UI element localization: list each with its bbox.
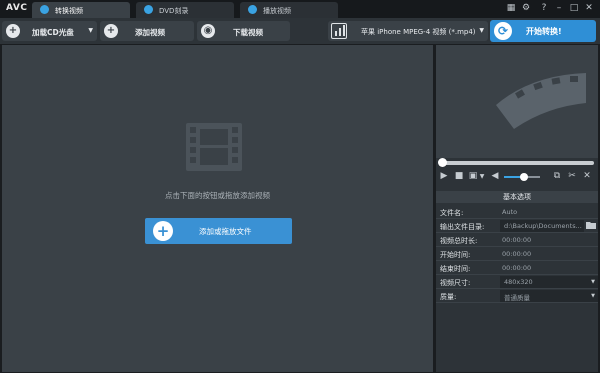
basic-options-title: 基本选项 <box>436 191 598 203</box>
disc-icon <box>144 5 153 14</box>
volume-slider[interactable] <box>504 173 540 181</box>
minimize-icon[interactable]: – <box>553 2 565 14</box>
crop-icon[interactable]: ⧉ <box>552 171 562 182</box>
add-video-button[interactable]: + 添加视频 <box>100 21 194 41</box>
prop-value[interactable]: 00:00:00 <box>502 250 531 258</box>
prop-quality: 质量: 普通质量 ▼ <box>436 289 598 303</box>
prop-value: 480x320 <box>504 278 533 286</box>
drop-hint-text: 点击下面的按钮或拖放添加视频 <box>165 191 270 200</box>
tab-convert-video[interactable]: 转换视频 <box>32 2 130 18</box>
app-logo: AVC <box>6 3 28 13</box>
add-cd-icon: + <box>6 24 20 38</box>
film-reel-icon <box>496 73 586 129</box>
add-cd-button[interactable]: + 加载CD光盘 ▼ <box>2 21 97 41</box>
prop-value[interactable]: 00:00:00 <box>502 264 531 272</box>
prop-output-dir: 输出文件目录: d:\Backup\Documents... <box>436 219 598 233</box>
chevron-down-icon[interactable]: ▼ <box>88 27 93 34</box>
refresh-icon: ⟳ <box>494 22 512 40</box>
prop-start-time: 开始时间: 00:00:00 <box>436 247 598 261</box>
video-preview <box>436 45 598 158</box>
prop-value: 00:00:00 <box>502 236 532 244</box>
title-bar: AVC 转换视频 DVD刻录 播放视频 ▦ ⚙ ? – □ ✕ <box>0 0 600 18</box>
add-video-icon: + <box>104 24 118 38</box>
download-video-button[interactable]: ◉ 下载视频 <box>197 21 290 41</box>
prop-label: 开始时间: <box>440 251 471 259</box>
prop-video-size: 视频尺寸: 480x320 ▼ <box>436 275 598 289</box>
prop-value: 普通质量 <box>504 294 530 302</box>
tab-label: DVD刻录 <box>159 7 189 15</box>
tab-label: 转换视频 <box>55 7 83 15</box>
side-panel: ▶ ■ ▣ ▼ ◀ ⧉ ✂ ✕ 基本选项 文件名: Auto 输出文件目录: d… <box>436 45 598 372</box>
drop-area[interactable]: 点击下面的按钮或拖放添加视频 + 添加或拖放文件 <box>2 45 433 372</box>
gear-icon[interactable]: ⚙ <box>520 2 532 14</box>
snapshot-icon[interactable]: ▣ <box>468 171 478 182</box>
add-video-label: 添加视频 <box>135 28 165 37</box>
play-icon[interactable]: ▶ <box>439 171 449 182</box>
output-profile-label: 苹果 iPhone MPEG-4 视频 (*.mp4) <box>361 28 476 36</box>
prop-label: 输出文件目录: <box>440 223 485 231</box>
prop-filename: 文件名: Auto <box>436 205 598 219</box>
prop-label: 结束时间: <box>440 265 471 273</box>
add-cd-label: 加载CD光盘 <box>32 28 74 37</box>
effects-icon[interactable]: ✕ <box>582 171 592 182</box>
chevron-down-icon: ▼ <box>479 27 484 34</box>
add-files-button[interactable]: + 添加或拖放文件 <box>145 218 292 244</box>
chevron-down-icon[interactable]: ▼ <box>479 171 485 182</box>
play-icon <box>248 5 257 14</box>
bar-chart-icon <box>331 23 347 39</box>
prop-end-time: 结束时间: 00:00:00 <box>436 261 598 275</box>
tab-label: 播放视频 <box>263 7 291 15</box>
prop-value[interactable]: Auto <box>502 208 517 216</box>
prop-label: 视频尺寸: <box>440 279 471 287</box>
prop-duration: 视频总时长: 00:00:00 <box>436 233 598 247</box>
close-icon[interactable]: ✕ <box>583 2 595 14</box>
stop-icon[interactable]: ■ <box>454 171 464 182</box>
prop-label: 文件名: <box>440 209 464 217</box>
tab-play-video[interactable]: 播放视频 <box>240 2 338 18</box>
start-convert-button[interactable]: ⟳ 开始转换! <box>490 20 596 42</box>
grid-icon[interactable]: ▦ <box>505 2 517 14</box>
volume-icon[interactable]: ◀ <box>490 171 500 182</box>
seek-handle[interactable] <box>438 158 447 167</box>
prop-label: 质量: <box>440 293 457 301</box>
tab-dvd-burn[interactable]: DVD刻录 <box>136 2 234 18</box>
volume-handle[interactable] <box>519 173 528 181</box>
prop-value: d:\Backup\Documents... <box>504 222 582 230</box>
globe-icon: ◉ <box>201 24 215 38</box>
add-files-label: 添加或拖放文件 <box>199 227 252 236</box>
download-video-label: 下载视频 <box>233 28 263 37</box>
maximize-icon[interactable]: □ <box>568 2 580 14</box>
seek-bar[interactable] <box>438 158 594 167</box>
plus-icon: + <box>153 221 173 241</box>
chevron-down-icon: ▼ <box>591 293 595 299</box>
cut-icon[interactable]: ✂ <box>567 171 577 182</box>
chevron-down-icon: ▼ <box>591 279 595 285</box>
output-dir-field[interactable]: d:\Backup\Documents... <box>500 220 584 232</box>
output-profile-select[interactable]: 苹果 iPhone MPEG-4 视频 (*.mp4) ▼ <box>328 21 488 41</box>
video-size-select[interactable]: 480x320 ▼ <box>500 276 598 288</box>
folder-icon[interactable] <box>586 221 596 229</box>
refresh-icon <box>40 5 49 14</box>
film-icon <box>186 123 242 171</box>
prop-label: 视频总时长: <box>440 237 478 245</box>
start-convert-label: 开始转换! <box>526 27 562 36</box>
quality-select[interactable]: 普通质量 ▼ <box>500 290 598 302</box>
help-icon[interactable]: ? <box>538 2 550 14</box>
playback-controls: ▶ ■ ▣ ▼ ◀ ⧉ ✂ ✕ <box>436 170 598 184</box>
